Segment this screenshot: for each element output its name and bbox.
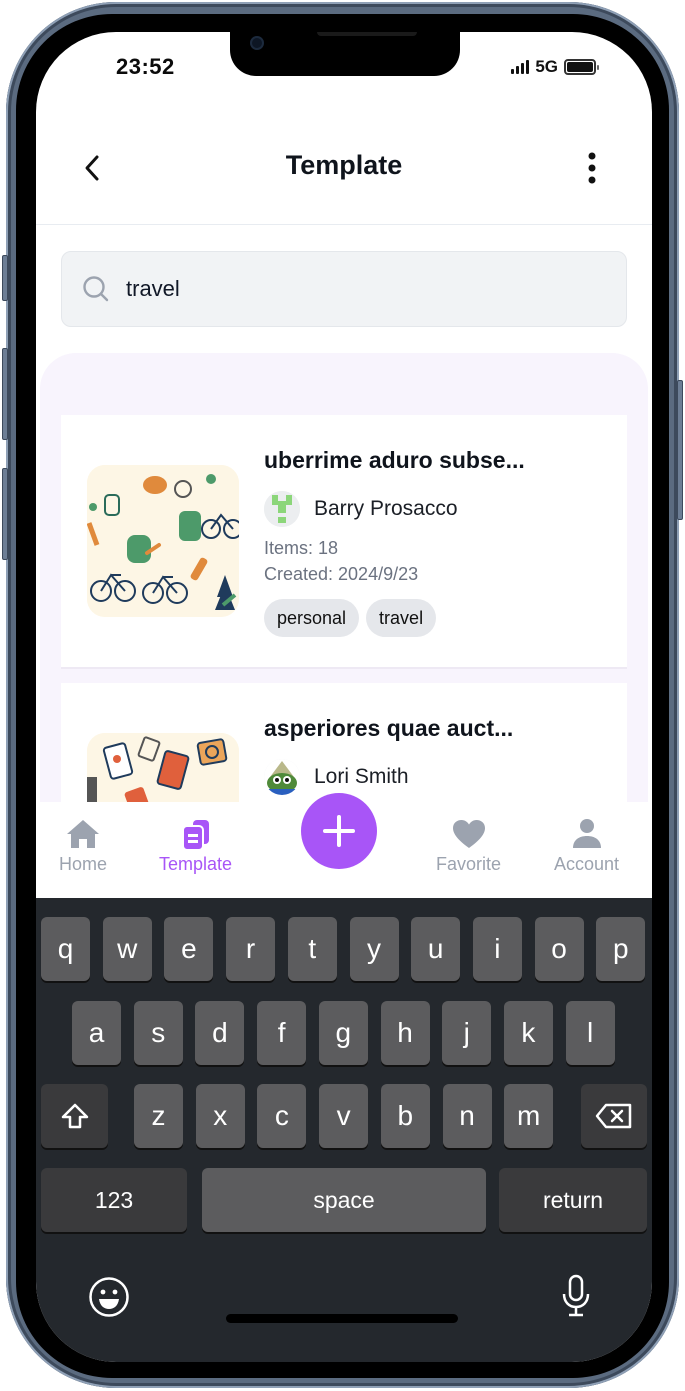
- template-icon: [181, 820, 209, 850]
- user-icon: [572, 819, 601, 848]
- template-card[interactable]: uberrime aduro subse... Barry Prosacco I…: [61, 415, 627, 669]
- key-m[interactable]: m: [504, 1084, 554, 1148]
- key-o[interactable]: o: [534, 917, 584, 981]
- tab-label: Template: [159, 854, 233, 874]
- backspace-icon: [595, 1103, 632, 1129]
- created-date: Created: 2024/9/23: [264, 564, 419, 584]
- more-vertical-icon: [588, 152, 596, 184]
- template-author: Barry Prosacco: [264, 491, 458, 527]
- tag-chip[interactable]: personal: [264, 599, 360, 637]
- key-d[interactable]: d: [195, 1001, 245, 1065]
- template-title: uberrime aduro subse...: [264, 447, 525, 473]
- action-button: [2, 255, 8, 301]
- key-c[interactable]: c: [257, 1084, 307, 1148]
- search-icon: [83, 276, 109, 302]
- speaker: [317, 32, 417, 36]
- backspace-key[interactable]: [581, 1084, 647, 1148]
- key-i[interactable]: i: [472, 917, 522, 981]
- on-screen-keyboard: qwertyuiop asdfghjkl zxcvbnm 123 space r…: [36, 898, 652, 1362]
- key-s[interactable]: s: [133, 1001, 183, 1065]
- more-options-button[interactable]: [572, 150, 612, 186]
- template-title: asperiores quae auct...: [264, 715, 514, 741]
- tab-label: Home: [59, 854, 108, 874]
- plus-icon: [323, 815, 355, 847]
- tag-chip[interactable]: travel: [366, 599, 437, 637]
- dictation-button[interactable]: [560, 1274, 592, 1323]
- key-h[interactable]: h: [380, 1001, 430, 1065]
- network-label: 5G: [535, 57, 558, 76]
- author-name: Barry Prosacco: [314, 497, 458, 520]
- key-n[interactable]: n: [442, 1084, 492, 1148]
- screen: 23:52 5G Template travel uberrime aduro …: [36, 32, 652, 1362]
- home-icon: [67, 820, 99, 848]
- page-title: Template: [285, 150, 403, 180]
- battery-icon: [564, 59, 599, 75]
- key-j[interactable]: j: [442, 1001, 492, 1065]
- search-input[interactable]: [126, 276, 606, 302]
- emoji-icon: [89, 1277, 129, 1317]
- avatar: [264, 759, 300, 795]
- key-b[interactable]: b: [380, 1084, 430, 1148]
- volume-up-button: [2, 348, 8, 440]
- numbers-key[interactable]: 123: [41, 1168, 187, 1232]
- shift-icon: [61, 1103, 88, 1129]
- template-thumbnail: [87, 465, 239, 617]
- key-g[interactable]: g: [318, 1001, 368, 1065]
- volume-down-button: [2, 468, 8, 560]
- key-t[interactable]: t: [287, 917, 337, 981]
- space-key[interactable]: space: [202, 1168, 486, 1232]
- bottom-tab-bar: Home Template Favorite Account: [36, 793, 652, 898]
- shift-key[interactable]: [41, 1084, 108, 1148]
- template-author: Lori Smith: [264, 759, 409, 795]
- power-button: [677, 380, 683, 520]
- status-time: 23:52: [116, 54, 175, 79]
- camera-icon: [250, 36, 264, 50]
- key-r[interactable]: r: [226, 917, 276, 981]
- tab-account[interactable]: Account: [554, 818, 619, 875]
- navigation-bar: Template: [36, 132, 652, 225]
- key-z[interactable]: z: [134, 1084, 183, 1148]
- key-e[interactable]: e: [164, 917, 214, 981]
- author-name: Lori Smith: [314, 765, 409, 788]
- key-a[interactable]: a: [72, 1001, 121, 1065]
- item-count: Items: 18: [264, 538, 339, 558]
- tag-list: personal travel: [264, 599, 437, 637]
- key-l[interactable]: l: [565, 1001, 615, 1065]
- avatar: [264, 491, 300, 527]
- status-indicators: 5G: [511, 57, 599, 77]
- key-v[interactable]: v: [319, 1084, 369, 1148]
- key-y[interactable]: y: [349, 917, 399, 981]
- key-x[interactable]: x: [195, 1084, 245, 1148]
- key-f[interactable]: f: [257, 1001, 307, 1065]
- home-indicator[interactable]: [226, 1314, 458, 1323]
- return-key[interactable]: return: [499, 1168, 647, 1232]
- notch: [230, 32, 460, 76]
- tab-label: Account: [554, 854, 620, 874]
- emoji-button[interactable]: [88, 1276, 130, 1323]
- tab-home[interactable]: Home: [59, 818, 107, 875]
- key-u[interactable]: u: [411, 917, 461, 981]
- key-w[interactable]: w: [102, 917, 152, 981]
- key-k[interactable]: k: [503, 1001, 553, 1065]
- key-q[interactable]: q: [41, 917, 90, 981]
- microphone-icon: [562, 1274, 590, 1317]
- tab-template[interactable]: Template: [159, 818, 232, 875]
- heart-icon: [452, 820, 485, 848]
- key-p[interactable]: p: [596, 917, 646, 981]
- create-template-button[interactable]: [301, 793, 377, 869]
- tab-label: Favorite: [436, 854, 502, 874]
- search-bar[interactable]: [61, 251, 627, 327]
- tab-favorite[interactable]: Favorite: [436, 818, 501, 875]
- signal-icon: [511, 60, 530, 74]
